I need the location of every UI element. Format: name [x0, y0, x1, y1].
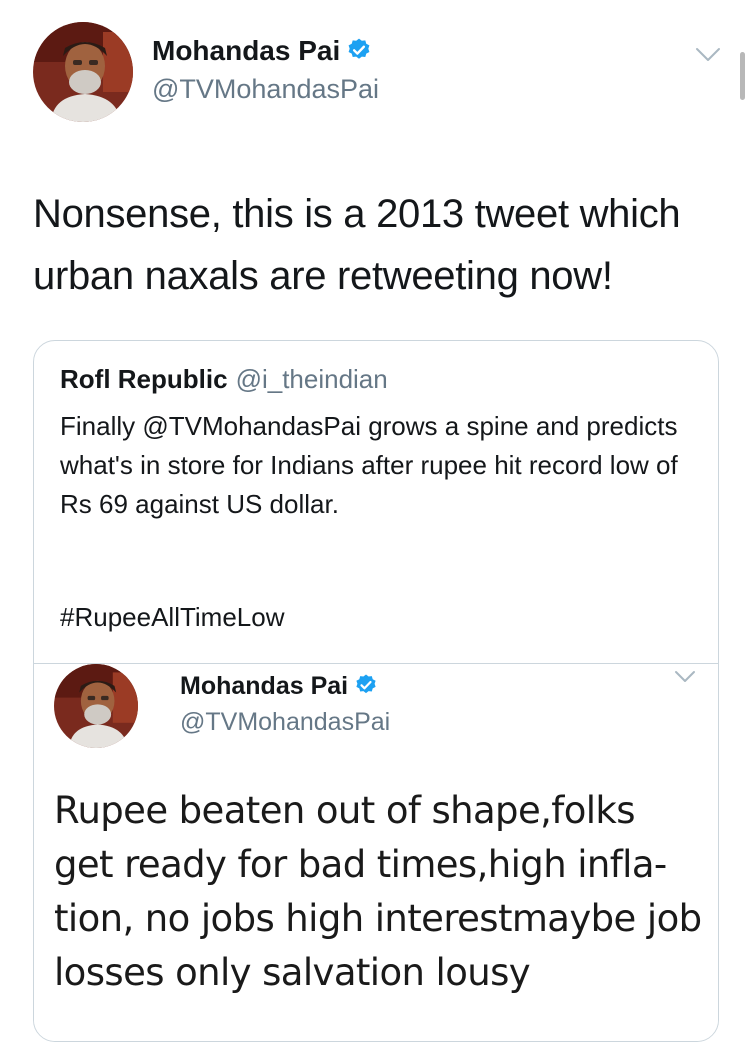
tweet-text: Nonsense, this is a 2013 tweet which urb… — [33, 192, 681, 298]
person-avatar-icon — [33, 22, 133, 122]
scrollbar[interactable] — [740, 52, 745, 100]
author-handle[interactable]: @TVMohandasPai — [152, 74, 379, 105]
embedded-tweet-text: Rupee beaten out of shape,folks get read… — [54, 789, 702, 994]
quoted-tweet-header: Rofl Republic @i_theindian — [60, 364, 388, 395]
quoted-tweet-hashtag[interactable]: #RupeeAllTimeLow — [60, 602, 284, 633]
person-avatar-icon — [54, 664, 138, 748]
tweet: Mohandas Pai @TVMohandasPai Nonsense, th… — [0, 0, 750, 1042]
embedded-author-avatar — [54, 664, 138, 748]
quoted-tweet-text: Finally @TVMohandasPai grows a spine and… — [60, 411, 678, 519]
quoted-tweet-card[interactable]: Rofl Republic @i_theindian Finally @TVMoh… — [33, 340, 719, 1042]
embedded-author-handle: @TVMohandasPai — [180, 708, 391, 736]
chevron-down-icon[interactable] — [695, 46, 721, 69]
quoted-author-handle: @i_theindian — [235, 364, 388, 394]
embedded-author-name-text: Mohandas Pai — [180, 672, 349, 700]
author-name-text[interactable]: Mohandas Pai — [152, 35, 340, 66]
author-avatar[interactable] — [33, 22, 133, 122]
author-name[interactable]: Mohandas Pai — [152, 35, 372, 70]
chevron-down-icon — [674, 670, 696, 689]
quoted-author-name: Rofl Republic — [60, 364, 228, 394]
verified-badge-icon — [354, 673, 378, 704]
verified-badge-icon — [346, 37, 372, 70]
embedded-author-name: Mohandas Pai — [180, 672, 378, 704]
embedded-screenshot-image[interactable]: Mohandas Pai @TVMohandasPai Rupee beaten… — [34, 663, 718, 1041]
